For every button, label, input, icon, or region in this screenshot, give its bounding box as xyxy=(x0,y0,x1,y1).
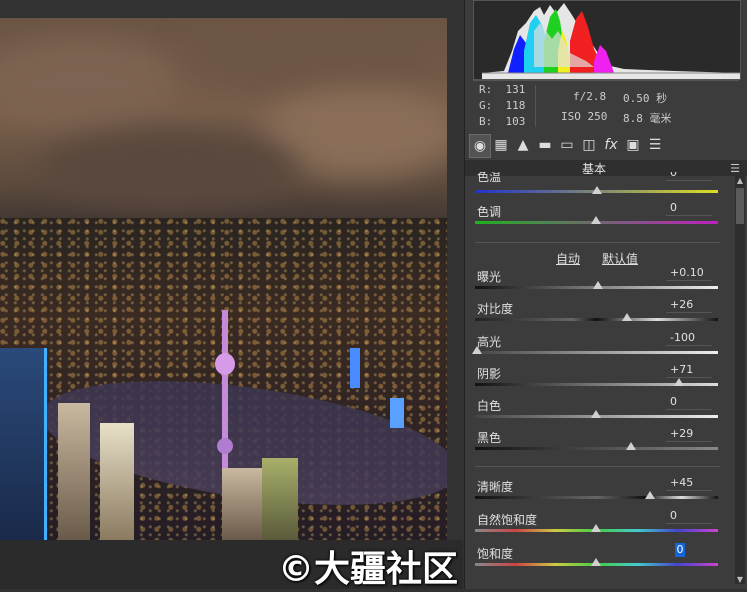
slider-label: 清晰度 xyxy=(477,480,514,494)
adjustments-panel: R: 131 G: 118 B: 103 f/2.8 0.50 秒 ISO 25… xyxy=(464,0,747,589)
b-readout: B: 103 xyxy=(479,115,526,128)
slider-thumb[interactable] xyxy=(591,410,601,418)
slider-label: 曝光 xyxy=(477,270,502,284)
tab-lens[interactable]: ◫ xyxy=(579,134,599,156)
detail-icon: ▲ xyxy=(517,137,529,153)
slider-label: 阴影 xyxy=(477,367,502,381)
slider-thumb[interactable] xyxy=(674,378,684,386)
slider-whites[interactable]: 白色 0 xyxy=(475,395,720,427)
divider xyxy=(475,466,720,467)
slider-track[interactable] xyxy=(475,496,718,499)
fx-icon: fx xyxy=(604,137,618,153)
slider-value[interactable]: 0 xyxy=(675,543,685,557)
slider-label: 饱和度 xyxy=(477,547,514,561)
default-button[interactable]: 默认值 xyxy=(602,250,638,267)
camera-calibration-icon: ▣ xyxy=(626,137,640,153)
auto-button[interactable]: 自动 xyxy=(556,250,580,267)
scroll-down-icon[interactable]: ▼ xyxy=(735,575,745,584)
slider-vibrance[interactable]: 自然饱和度 0 xyxy=(475,509,720,541)
slider-thumb[interactable] xyxy=(591,558,601,566)
split-toning-icon: ▭ xyxy=(560,137,574,153)
slider-label: 色调 xyxy=(477,205,502,219)
slider-value[interactable]: +71 xyxy=(666,363,712,378)
slider-label: 黑色 xyxy=(477,431,502,445)
slider-value[interactable]: +0.10 xyxy=(666,266,712,281)
tone-curve-icon: ▦ xyxy=(494,137,508,153)
presets-icon: ☰ xyxy=(648,137,662,153)
tab-camera-calibration[interactable]: ▣ xyxy=(623,134,643,156)
panel-scrollbar[interactable]: ▲ ▼ xyxy=(735,176,745,584)
slider-value[interactable]: 0 xyxy=(666,509,712,524)
hsl-icon: ▬ xyxy=(538,137,552,153)
photo-image[interactable] xyxy=(0,18,447,540)
slider-shadows[interactable]: 阴影 +71 xyxy=(475,363,720,395)
watermark: ©大疆社区 xyxy=(278,549,459,590)
slider-label: 自然饱和度 xyxy=(477,513,538,527)
slider-value[interactable]: +29 xyxy=(666,427,712,442)
slider-track[interactable] xyxy=(475,318,718,321)
scroll-thumb[interactable] xyxy=(736,188,744,224)
slider-track[interactable] xyxy=(475,351,718,354)
slider-tint[interactable]: 色调 0 xyxy=(475,201,720,233)
shutter-speed: 0.50 秒 xyxy=(623,92,668,105)
slider-thumb[interactable] xyxy=(622,313,632,321)
tab-detail[interactable]: ▲ xyxy=(513,134,533,156)
iso: ISO 250 xyxy=(561,110,608,123)
aperture-icon: ◉ xyxy=(473,138,487,154)
slider-label: 白色 xyxy=(477,399,502,413)
slider-value[interactable]: +26 xyxy=(666,298,712,313)
slider-label: 对比度 xyxy=(477,302,514,316)
aperture: f/2.8 xyxy=(573,90,607,103)
tab-hsl[interactable]: ▬ xyxy=(535,134,555,156)
tab-basic[interactable]: ◉ xyxy=(469,134,491,158)
tab-tone-curve[interactable]: ▦ xyxy=(491,134,511,156)
slider-value[interactable]: 0 xyxy=(666,172,712,181)
panel-menu-icon[interactable]: ☰ xyxy=(730,162,740,175)
slider-thumb[interactable] xyxy=(593,281,603,289)
slider-value[interactable]: 0 xyxy=(666,201,712,216)
slider-clarity[interactable]: 清晰度 +45 xyxy=(475,476,720,508)
slider-value[interactable]: +45 xyxy=(666,476,712,491)
info-readout: R: 131 G: 118 B: 103 f/2.8 0.50 秒 ISO 25… xyxy=(473,80,739,131)
slider-saturation[interactable]: 饱和度 0 xyxy=(475,543,720,575)
slider-thumb[interactable] xyxy=(472,346,482,354)
focal-length: 8.8 毫米 xyxy=(623,112,672,125)
photo-preview[interactable]: ©大疆社区 xyxy=(0,0,463,590)
histogram xyxy=(473,0,741,80)
slider-thumb[interactable] xyxy=(591,216,601,224)
slider-temperature[interactable]: 色温 0 xyxy=(475,172,720,194)
tab-presets[interactable]: ☰ xyxy=(645,134,665,156)
slider-blacks[interactable]: 黑色 +29 xyxy=(475,427,720,459)
slider-track[interactable] xyxy=(475,447,718,450)
g-readout: G: 118 xyxy=(479,99,526,112)
lens-icon: ◫ xyxy=(582,137,596,153)
slider-label: 色温 xyxy=(477,172,502,184)
slider-highlights[interactable]: 高光 -100 xyxy=(472,331,720,363)
divider xyxy=(475,242,720,243)
tab-split-toning[interactable]: ▭ xyxy=(557,134,577,156)
tab-effects[interactable]: fx xyxy=(601,134,621,156)
slider-value[interactable]: -100 xyxy=(666,331,712,346)
panel-tabs: ◉ ▦ ▲ ▬ ▭ ◫ fx ▣ ☰ xyxy=(467,134,747,158)
slider-thumb[interactable] xyxy=(592,186,602,194)
slider-value[interactable]: 0 xyxy=(666,395,712,410)
slider-exposure[interactable]: 曝光 +0.10 xyxy=(475,266,720,298)
r-readout: R: 131 xyxy=(479,83,526,96)
slider-thumb[interactable] xyxy=(591,524,601,532)
slider-thumb[interactable] xyxy=(645,491,655,499)
slider-contrast[interactable]: 对比度 +26 xyxy=(475,298,720,330)
slider-thumb[interactable] xyxy=(626,442,636,450)
scroll-up-icon[interactable]: ▲ xyxy=(735,176,745,185)
